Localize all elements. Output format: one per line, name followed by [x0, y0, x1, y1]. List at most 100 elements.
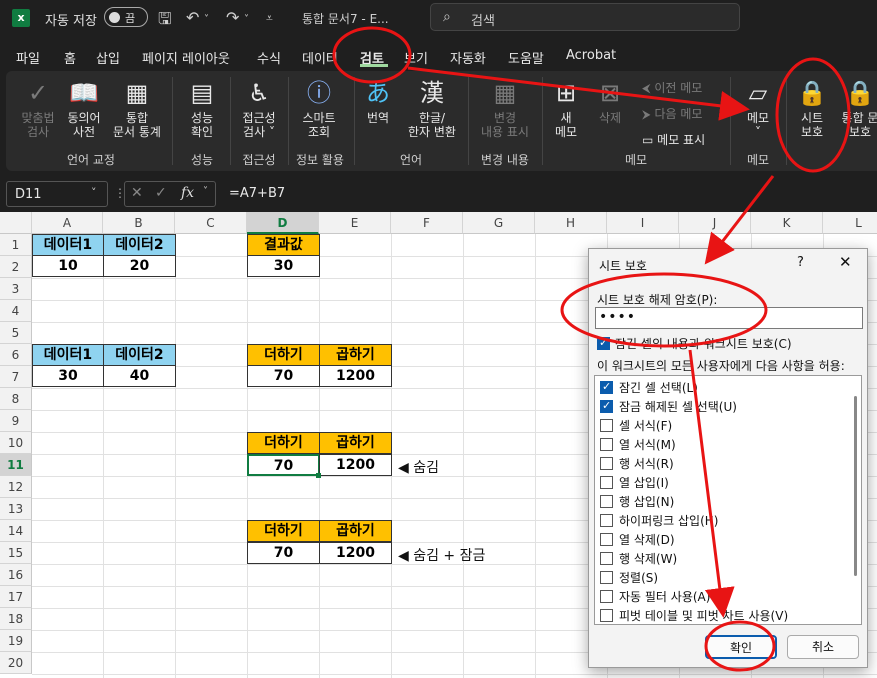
save-icon[interactable]: 🖫 [158, 8, 172, 35]
tab-automate[interactable]: 자동화 [450, 48, 486, 67]
row-header[interactable]: 6 [0, 344, 32, 366]
row-header[interactable]: 2 [0, 256, 32, 278]
row-header[interactable]: 3 [0, 278, 32, 300]
name-box[interactable]: D11 ˅ [6, 181, 108, 207]
option-checkbox[interactable] [600, 533, 613, 546]
close-icon[interactable]: ✕ [839, 253, 852, 271]
option-checkbox[interactable] [600, 609, 613, 622]
protect-contents-checkbox[interactable] [597, 336, 610, 350]
row-header[interactable]: 18 [0, 608, 32, 630]
column-header[interactable]: I [607, 212, 679, 234]
tab-home[interactable]: 홈 [64, 48, 76, 67]
cell-E15[interactable]: 1200 [319, 542, 392, 564]
insert-function-icon[interactable]: fx [181, 185, 194, 201]
cell-E7[interactable]: 1200 [319, 365, 392, 387]
redo-dropdown-icon[interactable]: ˅ [244, 14, 249, 25]
undo-icon[interactable]: ↶ [186, 8, 199, 27]
ok-button[interactable]: 확인 [705, 635, 777, 659]
undo-dropdown-icon[interactable]: ˅ [204, 14, 209, 25]
spell-check-button[interactable]: ✓ 맞춤법 검사 [16, 79, 60, 139]
tab-acrobat[interactable]: Acrobat [566, 48, 616, 63]
list-scrollbar[interactable] [854, 396, 857, 576]
column-header[interactable]: F [391, 212, 463, 234]
show-changes-button[interactable]: ▦ 변경 내용 표시 [474, 79, 536, 139]
row-header-selected[interactable]: 11 [0, 454, 32, 476]
cell-A2[interactable]: 10 [32, 255, 104, 277]
new-comment-button[interactable]: ⊞ 새 메모 [546, 79, 586, 139]
cell-E11[interactable]: 1200 [319, 454, 392, 476]
show-comments-button[interactable]: ▭ 메모 표시 [642, 131, 705, 148]
delete-comment-button[interactable]: ⊠ 삭제 [590, 79, 630, 125]
next-comment-button[interactable]: ⮞ 다음 메모 [642, 105, 702, 122]
tab-page-layout[interactable]: 페이지 레이아웃 [142, 48, 230, 67]
tab-help[interactable]: 도움말 [508, 48, 544, 67]
row-header[interactable]: 5 [0, 322, 32, 344]
performance-button[interactable]: ▤ 성능 확인 [180, 79, 224, 139]
chevron-down-icon[interactable]: ˅ [91, 186, 97, 199]
tab-insert[interactable]: 삽입 [96, 48, 120, 67]
permission-list[interactable]: 잠긴 셀 선택(L) 잠금 해제된 셀 선택(U) 셀 서식(F) 열 서식(M… [594, 375, 862, 625]
column-header[interactable]: H [535, 212, 607, 234]
column-header[interactable]: G [463, 212, 535, 234]
protect-sheet-button[interactable]: 🔒 시트 보호 [792, 79, 832, 139]
workbook-stats-button[interactable]: ▦ 통합 문서 통계 [106, 79, 168, 139]
password-input[interactable]: •••• [595, 307, 863, 329]
select-all-corner[interactable] [0, 212, 32, 234]
option-checkbox[interactable] [600, 399, 613, 413]
row-header[interactable]: 14 [0, 520, 32, 542]
option-checkbox[interactable] [600, 419, 613, 432]
cell-D1[interactable]: 결과값 [247, 234, 320, 256]
option-checkbox[interactable] [600, 476, 613, 489]
cell-D11-selected[interactable]: 70 [247, 454, 320, 476]
column-header[interactable]: A [32, 212, 103, 234]
accessibility-check-button[interactable]: ♿ 접근성 검사 ˅ [234, 79, 284, 139]
cell-E14[interactable]: 곱하기 [319, 520, 392, 542]
row-header[interactable]: 20 [0, 652, 32, 674]
cell-D10[interactable]: 더하기 [247, 432, 320, 454]
column-header-selected[interactable]: D [247, 212, 319, 234]
option-checkbox[interactable] [600, 457, 613, 470]
search-box[interactable]: ⌕ 검색 [430, 3, 740, 31]
row-header[interactable]: 13 [0, 498, 32, 520]
cell-B1[interactable]: 데이터2 [103, 234, 176, 256]
column-header[interactable]: L [823, 212, 877, 234]
column-header[interactable]: K [751, 212, 823, 234]
protect-workbook-button[interactable]: 🔒 통합 문 보호 [836, 79, 877, 139]
option-checkbox[interactable] [600, 438, 613, 451]
row-header[interactable]: 8 [0, 388, 32, 410]
cell-E6[interactable]: 곱하기 [319, 344, 392, 366]
row-header[interactable]: 19 [0, 630, 32, 652]
row-header[interactable]: 15 [0, 542, 32, 564]
row-header[interactable]: 4 [0, 300, 32, 322]
cancel-button[interactable]: 취소 [787, 635, 859, 659]
cell-B7[interactable]: 40 [103, 365, 176, 387]
cell-A1[interactable]: 데이터1 [32, 234, 104, 256]
redo-icon[interactable]: ↷ [226, 8, 239, 27]
quick-access-more-icon[interactable]: ⩡ [266, 11, 273, 26]
option-checkbox[interactable] [600, 514, 613, 527]
cell-B6[interactable]: 데이터2 [103, 344, 176, 366]
cell-D6[interactable]: 더하기 [247, 344, 320, 366]
row-header[interactable]: 7 [0, 366, 32, 388]
cell-D15[interactable]: 70 [247, 542, 320, 564]
option-checkbox[interactable] [600, 380, 613, 394]
chevron-down-icon[interactable]: ˅ [203, 186, 208, 197]
thesaurus-button[interactable]: 📖 동의어 사전 [62, 79, 106, 139]
row-header[interactable]: 9 [0, 410, 32, 432]
formula-input[interactable]: =A7+B7 [229, 186, 285, 201]
cell-A6[interactable]: 데이터1 [32, 344, 104, 366]
row-header[interactable]: 1 [0, 234, 32, 256]
option-checkbox[interactable] [600, 495, 613, 508]
enter-icon[interactable]: ✓ [155, 185, 167, 201]
column-header[interactable]: C [175, 212, 247, 234]
notes-button[interactable]: ▱ 메모 ˅ [736, 79, 780, 139]
tab-data[interactable]: 데이터 [302, 48, 338, 67]
tab-file[interactable]: 파일 [16, 48, 40, 67]
row-header[interactable]: 12 [0, 476, 32, 498]
previous-comment-button[interactable]: ⮜ 이전 메모 [642, 79, 702, 96]
cell-B2[interactable]: 20 [103, 255, 176, 277]
fill-handle[interactable] [316, 473, 321, 478]
tab-formulas[interactable]: 수식 [257, 48, 281, 67]
column-header[interactable]: E [319, 212, 391, 234]
option-checkbox[interactable] [600, 552, 613, 565]
